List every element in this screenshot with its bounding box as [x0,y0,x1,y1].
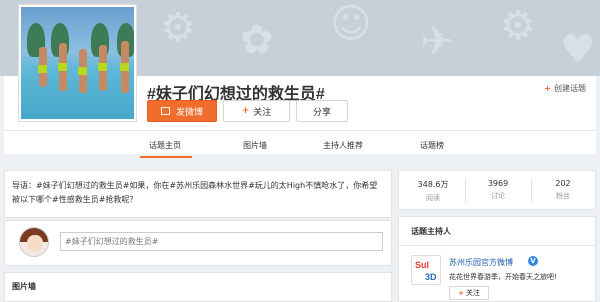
guide-text: 导语：#妹子们幻想过的救生员#如果，你在#苏州乐园森林水世界#玩儿的太High不… [12,181,378,204]
plus-icon: + [241,106,250,116]
banner-decoration-icon: ⚙ [500,3,536,49]
stat-discussions-value: 3969 [487,179,509,188]
stat-discussions-label: 讨论 [491,192,505,200]
host-description: 花花世界春游季，开始春天之旅吧! [449,273,557,281]
plus-icon: + [544,84,551,93]
compose-box [4,220,392,266]
host-follow-label: 关注 [465,289,480,297]
tab-picture-wall[interactable]: 图片墙 [243,140,267,151]
stat-reads: 348.6万 阅读 [403,179,463,203]
post-weibo-label: 发微博 [175,107,203,118]
stat-discussions: 3969 讨论 [468,179,528,201]
user-avatar[interactable] [19,227,49,257]
create-topic-link[interactable]: + 创建话题 [544,83,586,94]
tab-topic-ranking[interactable]: 话题榜 [420,140,444,151]
topic-host-card: 话题主持人 Sul 3D 苏州乐园官方微博 V 花花世界春游季，开始春天之旅吧!… [398,216,596,302]
share-button[interactable]: 分享 [296,100,348,122]
active-tab-indicator [140,156,192,158]
host-logo-top: Sul [415,260,430,270]
gallery-section: 图片墙 [4,272,392,302]
topic-tabs: 话题主页 图片墙 主持人推荐 话题榜 [0,140,600,154]
banner-decoration-icon: ✿ [240,17,274,63]
topic-stats: 348.6万 阅读 3969 讨论 202 粉丝 [398,170,596,210]
verified-icon: V [528,256,538,266]
compose-icon [160,107,170,115]
host-logo[interactable]: Sul 3D [411,255,441,285]
banner-decoration-icon: ♥ [560,27,596,73]
follow-topic-button[interactable]: + 关注 [223,100,290,122]
tab-topic-home[interactable]: 话题主页 [149,140,181,151]
follow-topic-label: 关注 [253,107,272,118]
lifeguards-photo [21,7,134,119]
stat-fans: 202 粉丝 [533,179,593,201]
topic-guide: 导语：#妹子们幻想过的救生员#如果，你在#苏州乐园森林水世界#玩儿的太High不… [4,170,392,218]
post-weibo-button[interactable]: 发微博 [147,100,217,122]
host-follow-button[interactable]: + 关注 [449,286,489,300]
banner-decoration-icon: ✈ [420,19,454,65]
host-section-title: 话题主持人 [411,227,451,236]
stat-reads-value: 348.6万 [417,180,449,189]
share-label: 分享 [312,107,331,118]
stat-reads-label: 阅读 [426,194,440,202]
host-name-link[interactable]: 苏州乐园官方微博 [449,257,513,268]
host-logo-bottom: 3D [425,272,437,282]
create-topic-label: 创建话题 [554,84,586,93]
banner-decoration-icon: ⚙ [160,5,196,51]
tab-host-recommend[interactable]: 主持人推荐 [323,140,363,151]
topic-cover-image [18,4,137,122]
stat-fans-label: 粉丝 [556,192,570,200]
host-divider [399,245,595,246]
stat-divider [531,179,532,203]
gallery-title: 图片墙 [12,282,36,291]
compose-input[interactable] [60,232,383,251]
banner-decoration-icon: ☺ [330,1,372,47]
plus-icon: + [458,289,464,297]
stat-divider [465,179,466,203]
stat-fans-value: 202 [555,179,571,188]
header-divider [4,130,596,131]
